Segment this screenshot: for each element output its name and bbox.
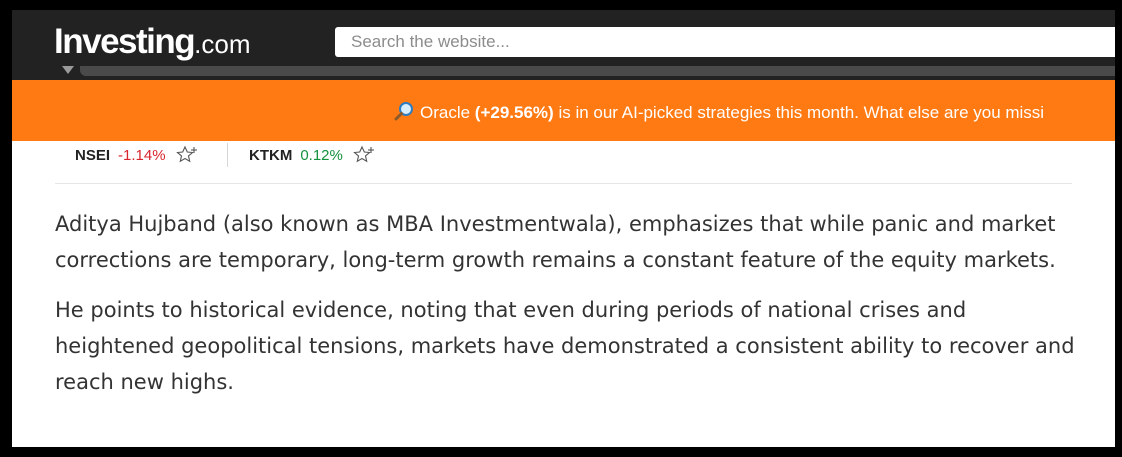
promo-banner[interactable]: Oracle (+29.56%) is in our AI-picked str…: [12, 80, 1115, 141]
site-logo[interactable]: Investing.com: [54, 22, 250, 62]
search-input[interactable]: [335, 27, 1115, 57]
ticker-divider: [227, 143, 228, 167]
promo-banner-text[interactable]: Oracle (+29.56%) is in our AI-picked str…: [394, 101, 1044, 123]
logo-suffix-text: .com: [194, 29, 251, 59]
related-tickers: NSEI -1.14% KTKM 0.12%: [55, 141, 1072, 184]
subbar-tab: [80, 66, 1115, 76]
ticker-symbol[interactable]: NSEI: [75, 147, 110, 164]
ticker-item[interactable]: KTKM 0.12%: [249, 145, 375, 165]
article-paragraph: Aditya Hujband (also known as MBA Invest…: [55, 212, 1056, 272]
ticker-item[interactable]: NSEI -1.14%: [75, 145, 198, 165]
banner-suffix: is in our AI-picked strategies this mont…: [553, 103, 1045, 122]
magnifier-icon: [394, 102, 413, 121]
logo-main-text: Investing: [54, 22, 196, 61]
article-paragraph: He points to historical evidence, noting…: [55, 298, 1075, 394]
banner-prefix: Oracle: [420, 103, 475, 122]
ticker-change: 0.12%: [300, 146, 343, 164]
add-watchlist-star-icon[interactable]: [175, 145, 198, 165]
ticker-symbol[interactable]: KTKM: [249, 147, 292, 164]
dropdown-notch-icon: [62, 66, 74, 74]
add-watchlist-star-icon[interactable]: [353, 145, 375, 165]
article-body: Aditya Hujband (also known as MBA Invest…: [55, 206, 1085, 414]
header-subbar: [12, 66, 1115, 80]
banner-highlight: (+29.56%): [474, 103, 554, 122]
ticker-change: -1.14%: [118, 146, 166, 164]
browser-viewport: Investing.com Oracle (+29.56%) is in our…: [12, 10, 1115, 447]
